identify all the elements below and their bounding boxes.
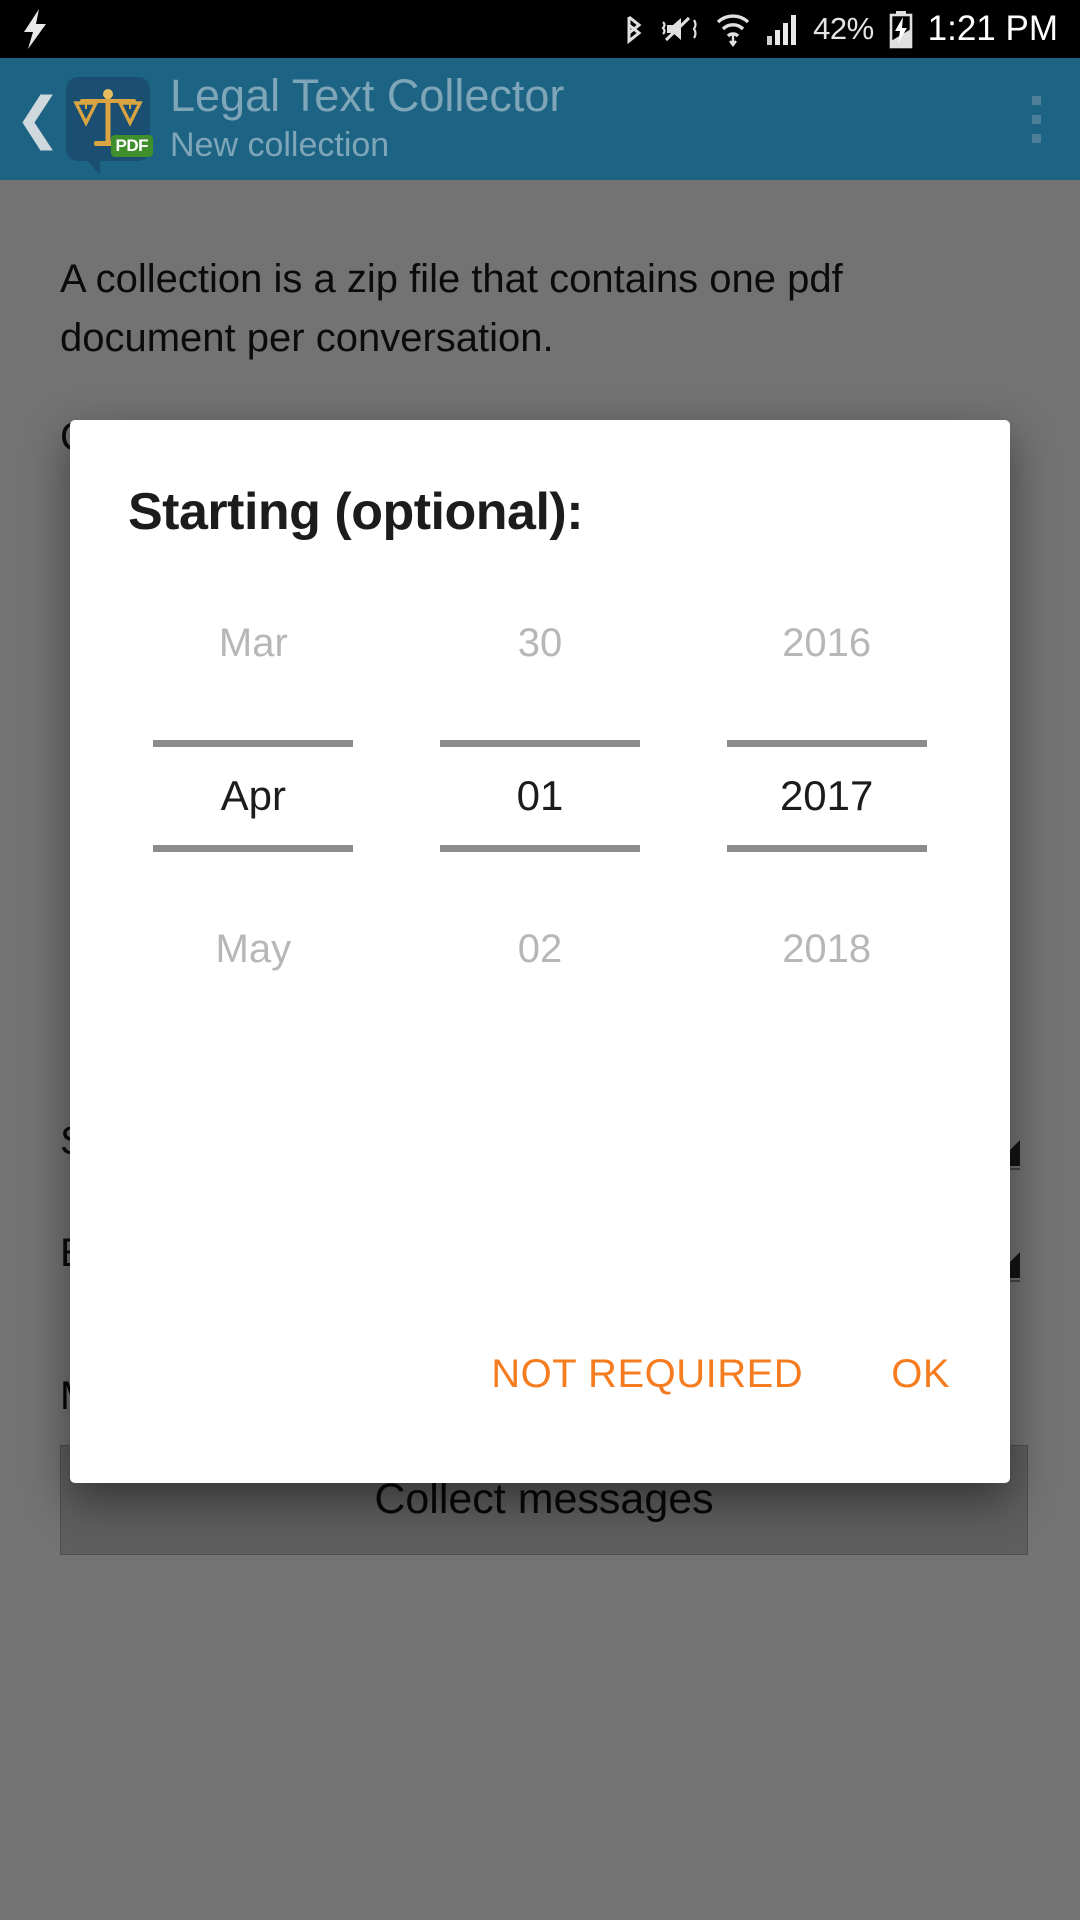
app-icon: PDF [66,77,153,175]
battery-percent-label: 42% [813,11,874,46]
month-divider-top [153,740,354,747]
status-bar-clock: 1:21 PM [927,9,1058,48]
lightning-bolt-icon [24,9,46,49]
dialog-action-row: NOT REQUIRED OK [70,1352,1010,1483]
year-selected-value[interactable]: 2017 [683,747,970,845]
app-title: Legal Text Collector [170,69,565,121]
overflow-menu-icon[interactable] [1010,74,1062,164]
cellular-signal-icon [767,15,797,45]
month-previous-value[interactable]: Mar [110,594,397,692]
pdf-badge: PDF [110,135,153,157]
battery-charging-icon [889,11,912,49]
wifi-icon [716,14,750,47]
date-picker-spinners[interactable]: Mar Apr May 30 01 02 2016 2017 2018 [70,594,1010,998]
year-next-value[interactable]: 2018 [683,900,970,998]
year-divider-top [726,740,927,747]
app-title-block: Legal Text Collector New collection [170,72,564,166]
year-spinner-column[interactable]: 2016 2017 2018 [683,594,970,998]
date-picker-dialog: Starting (optional): Mar Apr May 30 01 0… [70,420,1010,1483]
day-divider-bottom [440,845,640,852]
dialog-title: Starting (optional): [128,483,584,541]
day-selected-value[interactable]: 01 [397,747,684,845]
status-bar-right-icons: 42% 1:21 PM [621,9,1058,49]
app-subtitle: New collection [170,126,390,165]
status-bar-left-icons [22,9,48,49]
back-chevron-icon[interactable]: ❮ [12,82,64,156]
year-previous-value[interactable]: 2016 [683,594,970,692]
status-bar: 42% 1:21 PM [0,0,1080,58]
bluetooth-icon [627,15,642,45]
month-selected-value[interactable]: Apr [110,747,397,845]
ok-button[interactable]: OK [891,1352,950,1397]
day-previous-value[interactable]: 30 [397,594,684,692]
app-bar: ❮ PDF Legal Text Collector New collectio… [0,58,1080,180]
month-divider-bottom [153,845,354,852]
mute-vibrate-icon [661,16,697,42]
day-spinner-column[interactable]: 30 01 02 [397,594,684,998]
year-divider-bottom [726,845,927,852]
day-divider-top [440,740,640,747]
month-spinner-column[interactable]: Mar Apr May [110,594,397,998]
phone-screen: 42% 1:21 PM ❮ PDF Legal Text Collector N… [0,0,1080,1920]
not-required-button[interactable]: NOT REQUIRED [491,1352,803,1397]
day-next-value[interactable]: 02 [397,900,684,998]
month-next-value[interactable]: May [110,900,397,998]
